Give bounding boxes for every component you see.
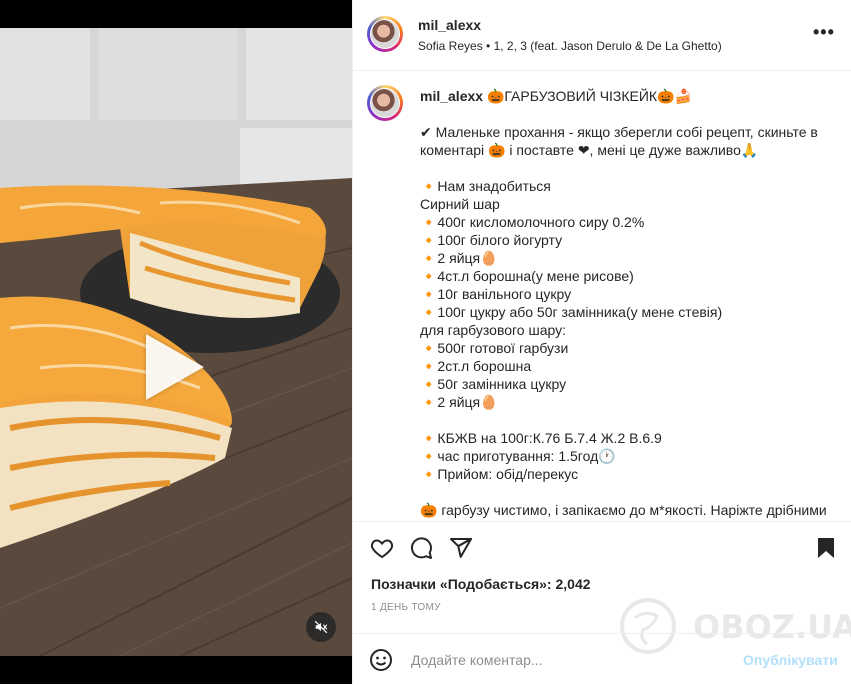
mute-icon[interactable] [306, 612, 336, 642]
more-icon[interactable]: ••• [813, 22, 835, 43]
mute-glyph [314, 620, 328, 634]
post-media [0, 0, 352, 684]
avatar[interactable] [367, 16, 403, 52]
video-player[interactable] [0, 28, 352, 656]
action-bar [353, 521, 851, 568]
caption-text: mil_alexx 🎃ГАРБУЗОВИЙ ЧІЗКЕЙК🎃🍰 ✔ Малень… [420, 87, 830, 519]
play-icon[interactable] [146, 334, 204, 400]
caption-avatar[interactable] [367, 85, 403, 121]
caption-scroll-area[interactable]: mil_alexx 🎃ГАРБУЗОВИЙ ЧІЗКЕЙК🎃🍰 ✔ Малень… [353, 71, 851, 521]
author-username[interactable]: mil_alexx [418, 17, 481, 33]
audio-track[interactable]: Sofia Reyes • 1, 2, 3 (feat. Jason Derul… [418, 39, 722, 53]
heart-icon[interactable] [369, 536, 395, 560]
bookmark-icon[interactable] [816, 536, 836, 560]
publish-button[interactable]: Опублікувати [743, 652, 838, 668]
comment-icon[interactable] [409, 536, 433, 560]
post-header: mil_alexx Sofia Reyes • 1, 2, 3 (feat. J… [353, 0, 851, 71]
share-icon[interactable] [449, 536, 473, 560]
caption-body: 🎃ГАРБУЗОВИЙ ЧІЗКЕЙК🎃🍰 ✔ Маленьке проханн… [420, 88, 827, 518]
emoji-icon[interactable] [369, 648, 393, 672]
comment-bar: Опублікувати [353, 633, 851, 685]
caption-username[interactable]: mil_alexx [420, 88, 483, 104]
post-side-panel: mil_alexx Sofia Reyes • 1, 2, 3 (feat. J… [352, 0, 851, 684]
post-timestamp[interactable]: 1 ДЕНЬ ТОМУ [371, 602, 441, 613]
likes-count[interactable]: Позначки «Подобається»: 2,042 [371, 576, 591, 592]
comment-input[interactable] [409, 648, 733, 672]
